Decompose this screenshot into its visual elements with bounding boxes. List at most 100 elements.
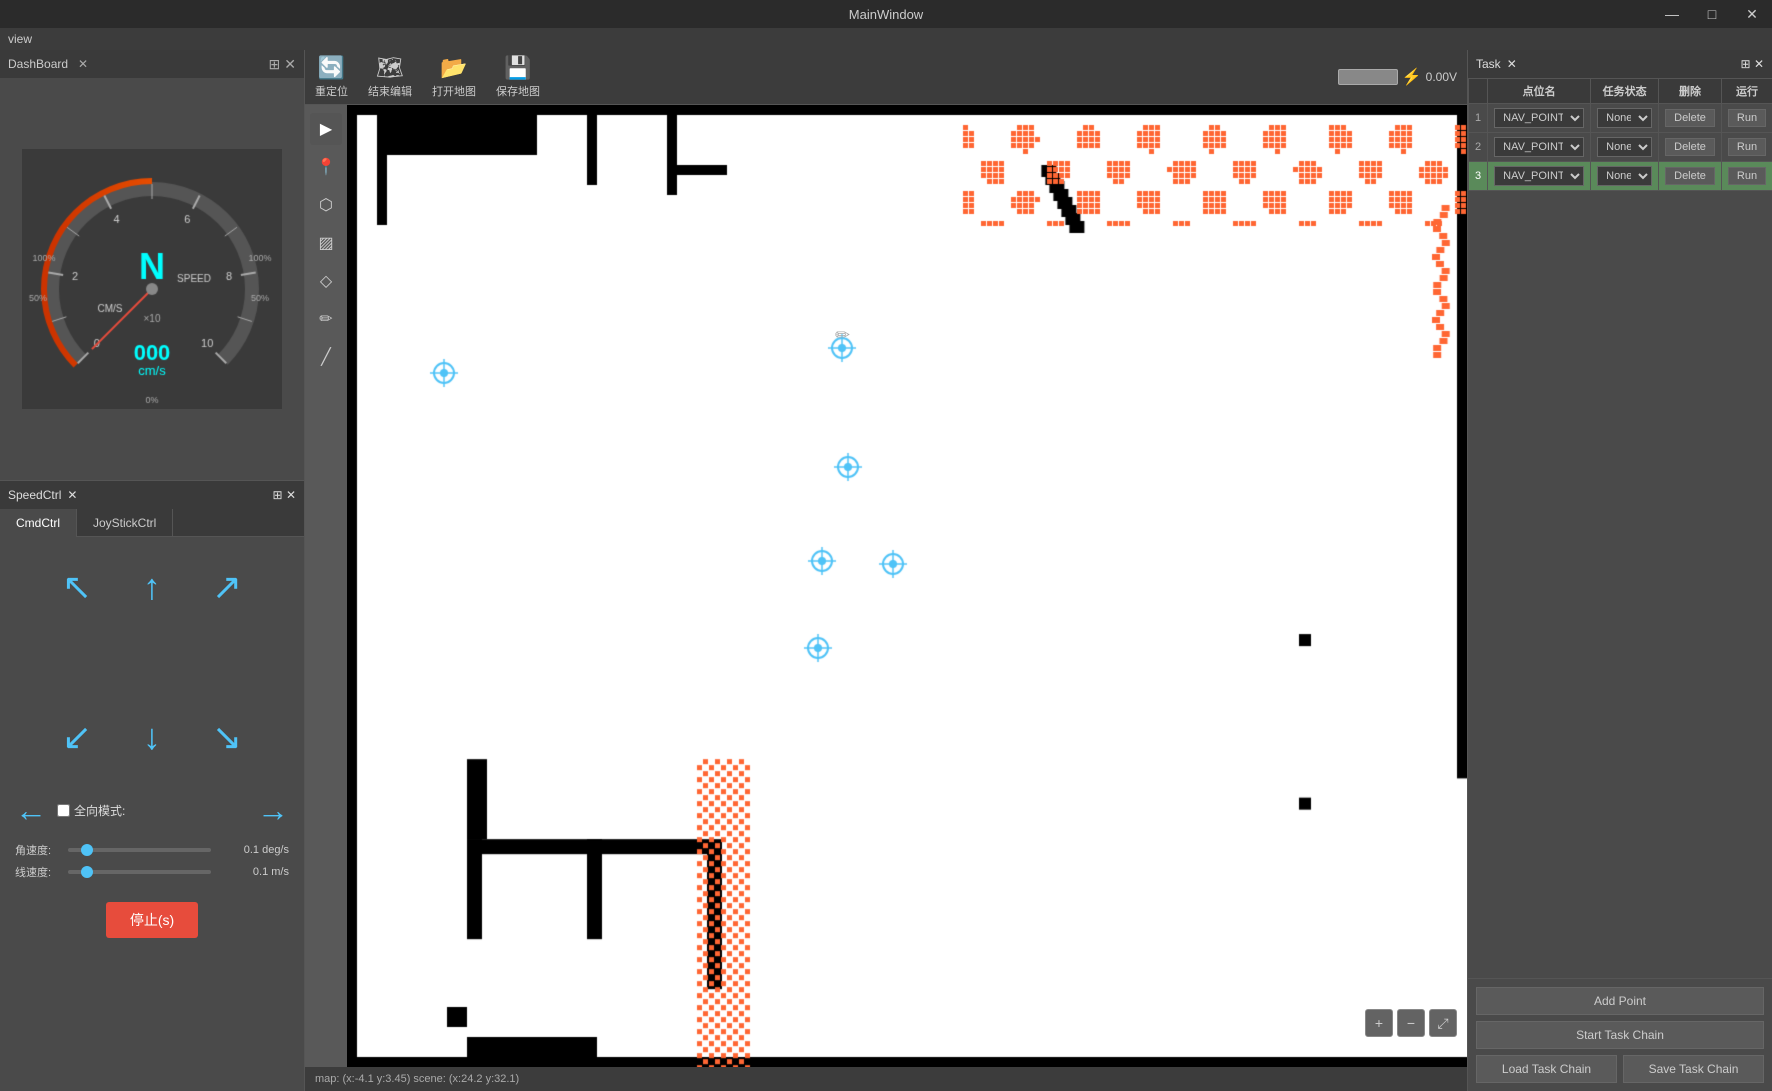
omni-row: ← 全向模式: →	[0, 787, 304, 834]
tool-network[interactable]: ⬡	[310, 189, 342, 221]
dashboard-panel: DashBoard ✕ ⊞ ✕	[0, 50, 304, 481]
minimize-button[interactable]: —	[1652, 0, 1692, 28]
dashboard-pin-button[interactable]: ⊞	[269, 56, 281, 73]
status-select[interactable]: None	[1597, 137, 1652, 157]
dir-btn-downright[interactable]: ↘	[192, 702, 262, 772]
main-layout: DashBoard ✕ ⊞ ✕ SpeedCtrl ✕ ⊞	[0, 50, 1772, 1091]
status-cell: None	[1591, 104, 1659, 133]
slider-area: 角速度: 0.1 deg/s 线速度: 0.1 m/s	[0, 834, 304, 894]
delete-cell: Delete	[1659, 162, 1722, 191]
dir-btn-upleft[interactable]: ↖	[42, 552, 112, 622]
point-select[interactable]: NAV_POINT_1	[1494, 166, 1584, 186]
point-name-cell: NAV_POINT_6	[1488, 104, 1591, 133]
task-detach-button[interactable]: ✕	[1754, 57, 1764, 71]
linear-speed-slider[interactable]	[68, 870, 211, 874]
save-task-chain-button[interactable]: Save Task Chain	[1623, 1055, 1764, 1083]
gauge-area	[0, 78, 304, 480]
angle-speed-label: 角速度:	[15, 842, 60, 858]
tool-zone[interactable]: ▨	[310, 227, 342, 259]
row-num-cell: 1	[1469, 104, 1488, 133]
toolbar-save-map-button[interactable]: 💾 保存地图	[496, 55, 540, 99]
tool-select[interactable]: ▶	[310, 113, 342, 145]
status-select[interactable]: None	[1597, 108, 1652, 128]
load-task-chain-button[interactable]: Load Task Chain	[1476, 1055, 1617, 1083]
tab-joystickctrl[interactable]: JoyStickCtrl	[77, 509, 173, 537]
row-num-cell: 3	[1469, 162, 1488, 191]
table-row: 1 NAV_POINT_6 None Delete Run	[1469, 104, 1772, 133]
delete-row-button[interactable]: Delete	[1665, 167, 1715, 185]
speedctrl-pin-controls: ⊞ ✕	[273, 488, 296, 502]
speedctrl-pin-button[interactable]: ⊞	[273, 488, 283, 502]
dir-btn-left[interactable]: ←	[15, 792, 47, 829]
map-canvas[interactable]	[347, 105, 1467, 1067]
delete-row-button[interactable]: Delete	[1665, 138, 1715, 156]
zoom-out-button[interactable]: −	[1397, 1009, 1425, 1037]
save-map-icon: 💾	[504, 55, 531, 81]
dashboard-detach-button[interactable]: ✕	[284, 56, 296, 73]
maximize-button[interactable]: □	[1692, 0, 1732, 28]
window-title: MainWindow	[849, 7, 923, 22]
chain-buttons: Load Task Chain Save Task Chain	[1476, 1055, 1764, 1083]
dir-btn-downleft[interactable]: ↙	[42, 702, 112, 772]
toolbar-open-map-button[interactable]: 📂 打开地图	[432, 55, 476, 99]
power-icon: ⚡	[1402, 67, 1422, 87]
linear-speed-label: 线速度:	[15, 864, 60, 880]
dashboard-title: DashBoard	[8, 57, 68, 71]
tool-erase[interactable]: ◇	[310, 265, 342, 297]
speedctrl-close-button[interactable]: ✕	[67, 488, 77, 502]
tool-nav-point[interactable]: 📍	[310, 151, 342, 183]
stop-button[interactable]: 停止(s)	[106, 902, 198, 938]
status-select[interactable]: None	[1597, 166, 1652, 186]
status-cell: None	[1591, 133, 1659, 162]
run-cell: Run	[1721, 133, 1772, 162]
task-table-body: 1NAV_POINT_6NoneDeleteRun2NAV_POINT_5Non…	[1469, 104, 1772, 191]
tool-draw[interactable]: ✏	[310, 303, 342, 335]
dir-btn-center	[117, 627, 187, 697]
linear-speed-row: 线速度: 0.1 m/s	[15, 864, 289, 880]
left-tool-bar: ▶ 📍 ⬡ ▨ ◇ ✏ ╱	[305, 105, 347, 1067]
omni-mode-label: 全向模式:	[74, 802, 125, 819]
tool-line[interactable]: ╱	[310, 341, 342, 373]
angle-speed-slider[interactable]	[68, 848, 211, 852]
point-select[interactable]: NAV_POINT_5	[1494, 137, 1584, 157]
run-row-button[interactable]: Run	[1728, 109, 1766, 127]
point-select[interactable]: NAV_POINT_6	[1494, 108, 1584, 128]
dir-btn-down[interactable]: ↓	[117, 702, 187, 772]
task-title-area: Task ✕	[1476, 57, 1517, 71]
start-task-chain-button[interactable]: Start Task Chain	[1476, 1021, 1764, 1049]
dir-btn-empty-left	[42, 627, 112, 697]
toolbar-end-edit-button[interactable]: 🗺 结束编辑	[368, 55, 412, 99]
zoom-fit-button[interactable]: ⤢	[1429, 1009, 1457, 1037]
speedctrl-detach-button[interactable]: ✕	[286, 488, 296, 502]
speedctrl-panel: SpeedCtrl ✕ ⊞ ✕ CmdCtrl JoyStickCtrl ↖ ↑…	[0, 481, 304, 1091]
zoom-in-button[interactable]: +	[1365, 1009, 1393, 1037]
dir-btn-right[interactable]: →	[257, 792, 289, 829]
speedctrl-header: SpeedCtrl ✕ ⊞ ✕	[0, 481, 304, 509]
dashboard-close-button[interactable]: ✕	[78, 57, 88, 71]
status-cell: None	[1591, 162, 1659, 191]
tab-cmdctrl[interactable]: CmdCtrl	[0, 509, 77, 537]
point-name-cell: NAV_POINT_5	[1488, 133, 1591, 162]
add-point-button[interactable]: Add Point	[1476, 987, 1764, 1015]
delete-cell: Delete	[1659, 104, 1722, 133]
title-bar: MainWindow — □ ✕	[0, 0, 1772, 28]
omni-mode-checkbox[interactable]	[57, 804, 70, 817]
task-bottom-controls: Add Point Start Task Chain Load Task Cha…	[1468, 978, 1772, 1091]
dir-btn-up[interactable]: ↑	[117, 552, 187, 622]
toolbar-reset-button[interactable]: 🔄 重定位	[315, 55, 348, 99]
end-edit-label: 结束编辑	[368, 83, 412, 99]
map-status-bar: map: (x:-4.1 y:3.45) scene: (x:24.2 y:32…	[305, 1067, 1467, 1091]
task-pin-controls: ⊞ ✕	[1741, 57, 1764, 71]
window-controls: — □ ✕	[1652, 0, 1772, 28]
close-button[interactable]: ✕	[1732, 0, 1772, 28]
delete-row-button[interactable]: Delete	[1665, 109, 1715, 127]
run-row-button[interactable]: Run	[1728, 138, 1766, 156]
angle-speed-value: 0.1 deg/s	[219, 844, 289, 856]
task-pin-button[interactable]: ⊞	[1741, 57, 1751, 71]
run-row-button[interactable]: Run	[1728, 167, 1766, 185]
task-header: Task ✕ ⊞ ✕	[1468, 50, 1772, 78]
map-container[interactable]: ▶ 📍 ⬡ ▨ ◇ ✏ ╱ ✏ + − ⤢	[305, 105, 1467, 1067]
dir-btn-upright[interactable]: ↗	[192, 552, 262, 622]
menu-item-view[interactable]: view	[8, 32, 32, 46]
task-close-button[interactable]: ✕	[1507, 57, 1517, 71]
